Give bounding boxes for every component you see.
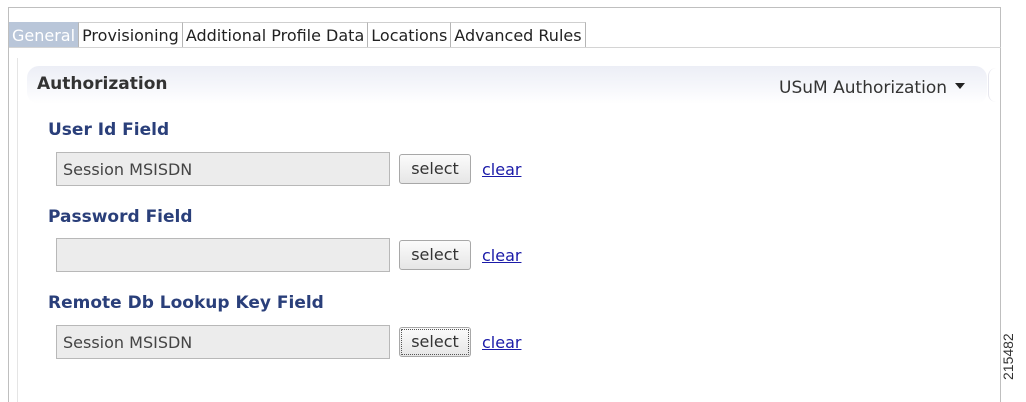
user-id-select-button[interactable]: select bbox=[399, 154, 471, 184]
tab-additional-profile-data[interactable]: Additional Profile Data bbox=[182, 22, 369, 48]
section-header: Authorization USuM Authorization bbox=[27, 66, 987, 104]
password-select-button[interactable]: select bbox=[399, 240, 471, 270]
caret-down-icon bbox=[955, 83, 965, 89]
user-id-clear-link[interactable]: clear bbox=[482, 160, 521, 179]
figure-number: 215482 bbox=[1000, 333, 1016, 380]
remote-db-lookup-key-clear-link[interactable]: clear bbox=[482, 333, 521, 352]
tab-divider bbox=[9, 47, 1001, 48]
tab-locations[interactable]: Locations bbox=[368, 22, 452, 48]
tab-advanced-rules[interactable]: Advanced Rules bbox=[451, 22, 586, 48]
remote-db-lookup-key-input[interactable] bbox=[56, 325, 390, 359]
section-edge bbox=[988, 68, 997, 102]
tab-bar: General Provisioning Additional Profile … bbox=[9, 22, 586, 48]
password-input[interactable] bbox=[56, 238, 390, 272]
section-title: Authorization bbox=[37, 74, 168, 94]
tab-content: Authorization USuM Authorization User Id… bbox=[17, 58, 1001, 402]
remote-db-lookup-key-field-label: Remote Db Lookup Key Field bbox=[48, 293, 324, 313]
remote-db-lookup-key-select-button[interactable]: select bbox=[399, 327, 471, 357]
tab-provisioning[interactable]: Provisioning bbox=[79, 22, 183, 48]
authorization-type-dropdown[interactable]: USuM Authorization bbox=[779, 78, 965, 98]
dropdown-value: USuM Authorization bbox=[779, 78, 947, 98]
tab-general[interactable]: General bbox=[9, 22, 80, 48]
user-id-input[interactable] bbox=[56, 152, 390, 186]
password-field-label: Password Field bbox=[48, 207, 193, 227]
password-clear-link[interactable]: clear bbox=[482, 246, 521, 265]
user-id-field-label: User Id Field bbox=[48, 120, 170, 140]
